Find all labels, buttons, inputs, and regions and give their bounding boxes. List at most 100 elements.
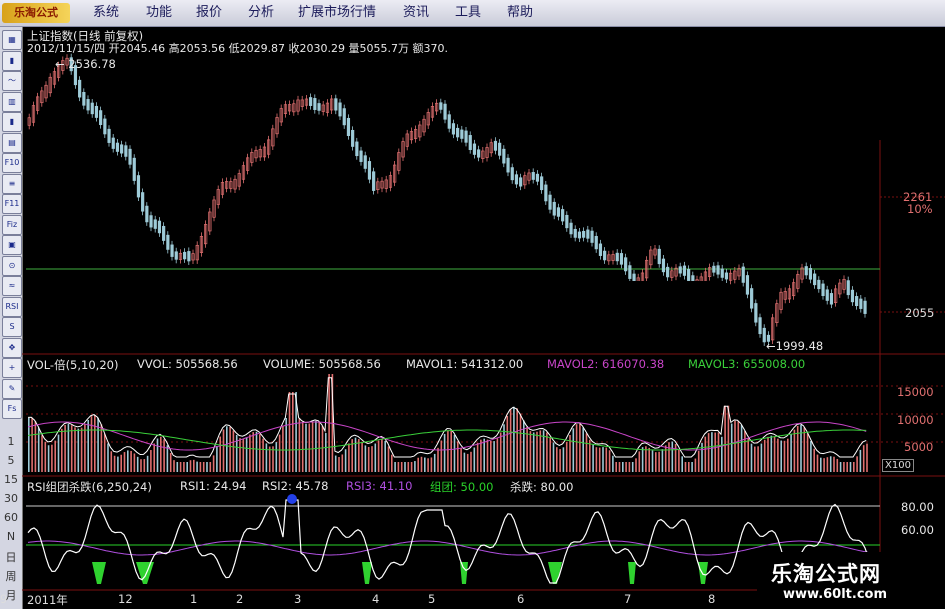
volume-bar [285,418,287,472]
volume-bar [87,419,89,472]
redacted-area [218,281,723,326]
volume-bar [453,434,456,472]
candle-body [666,266,670,278]
volume-bar [133,453,136,472]
volume-bar [367,446,370,472]
volume-bar [113,455,116,472]
volume-bar [117,456,119,472]
volume-bar [460,448,462,472]
candle-body [687,268,691,281]
volume-bar [747,437,749,472]
candle-body [124,145,128,157]
time-axis-label: 3 [294,592,302,606]
volume-bar [377,440,380,472]
volume-bar [605,447,608,472]
candle-body [519,177,523,187]
volume-bar [516,408,518,472]
volume-bar [232,430,235,472]
volume-bar [318,421,320,472]
volume-bar [107,443,109,472]
rsi-fill-region [698,562,708,584]
volume-bar [519,413,522,472]
volume-bar [463,452,466,472]
volume-bar [532,432,535,472]
volume-bar [308,423,311,472]
volume-bar [727,405,730,472]
candle-body [750,288,754,309]
volume-bar [777,438,779,472]
volume-bar [47,445,50,472]
rsi-rsi1: RSI1: 24.94 [180,479,247,493]
candle-body [493,140,498,151]
volume-bar [140,459,142,472]
volume-bar [556,447,558,472]
volume-bar [404,462,406,472]
time-axis-label: 9 [0,592,8,606]
volume-bar [760,443,763,472]
volume-bar [173,460,175,472]
volume-bar [711,432,713,472]
watermark: 乐淘公式网 www.60lt.com [757,552,945,609]
volume-bar [575,424,578,472]
volume-bar [628,462,631,472]
volume-bar [209,462,212,472]
volume-bar [150,450,152,472]
volume-bar [433,453,436,472]
rsi-fill-region [460,562,468,584]
volume-bar [242,438,245,472]
volume-bar [737,421,740,472]
volume-bar [94,414,96,472]
volume-bar [691,462,693,472]
candle-body [342,108,346,126]
volume-bar [770,435,773,472]
volume-bar [245,437,248,472]
volume-bar [229,427,231,472]
time-axis-label: 8 [708,592,716,606]
volume-bar [618,462,621,472]
candle-body [628,265,632,279]
candle-body [187,251,191,262]
volume-bar [384,440,386,472]
volume-bar [724,405,726,472]
volume-bar [417,457,419,472]
rsi-axis-80: 80.00 [901,500,934,514]
volume-bar [153,443,155,472]
candle-body [657,248,661,265]
candle-body [464,130,468,143]
candle-body [502,148,506,164]
volume-bar [420,456,423,472]
volume-bar [206,462,208,472]
candle-body [334,98,338,111]
volume-bar-series [28,374,868,472]
volume-bar [127,450,129,472]
volume-bar [41,435,43,472]
volume-bar [130,450,132,472]
candle-body [136,175,141,198]
volume-bar [70,425,73,472]
volume-bar [480,439,482,472]
volume-bar [704,436,707,472]
volume-bar [61,428,63,472]
volume-bar [305,423,307,472]
volume-bar [546,432,548,472]
volume-bar [110,451,113,472]
volume-bar [334,455,337,472]
volume-bar [361,442,363,472]
volume-bar [631,462,634,472]
volume-bar [846,462,848,472]
time-axis-label: 2 [236,592,244,606]
volume-bar [437,447,439,472]
volume-bar [193,459,195,472]
volume-bar [202,462,205,472]
volume-bar [169,452,172,472]
volume-bar [721,436,723,472]
rsi-zutuan: 组团: 50.00 [430,480,494,494]
volume-bar [120,454,122,472]
candle-body [855,296,859,307]
candle-body [346,117,351,136]
volume-bar [450,430,452,472]
candle-body [804,266,808,276]
volume-bar [470,451,472,472]
candle-body [355,141,359,157]
candle-body [145,205,149,223]
